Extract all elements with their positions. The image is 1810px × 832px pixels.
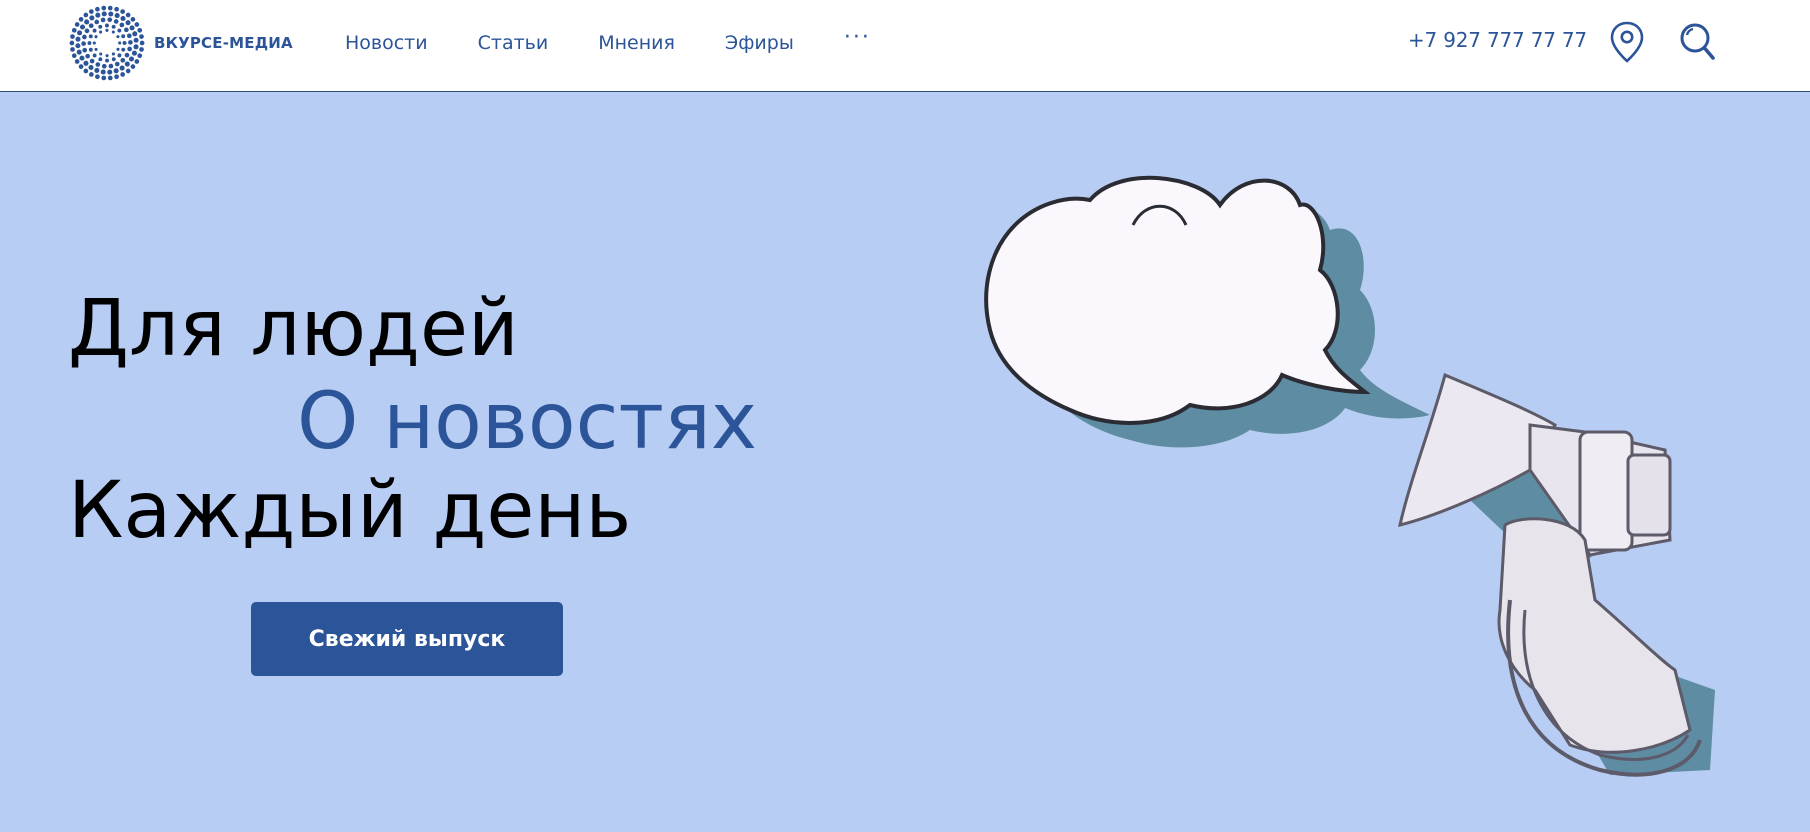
dotted-circle-logo-icon bbox=[69, 5, 145, 81]
hero-headline-line-1: Для людей bbox=[68, 284, 519, 374]
search-icon[interactable] bbox=[1678, 20, 1718, 62]
hero-headline-line-2: О новостях bbox=[297, 377, 758, 467]
nav-item-news[interactable]: Новости bbox=[345, 32, 428, 54]
map-pin-icon[interactable] bbox=[1608, 20, 1646, 64]
more-menu-button[interactable]: ··· bbox=[844, 25, 871, 50]
nav-item-articles[interactable]: Статьи bbox=[478, 32, 549, 54]
megaphone-speech-bubble-illustration bbox=[984, 175, 1715, 777]
logo-text: ВКУРСЕ-МЕДИА bbox=[154, 34, 293, 52]
latest-issue-button[interactable]: Свежий выпуск bbox=[251, 602, 563, 676]
logo-link[interactable]: ВКУРСЕ-МЕДИА bbox=[68, 3, 293, 83]
phone-link[interactable]: +7 927 777 77 77 bbox=[1408, 28, 1587, 52]
nav-item-opinions[interactable]: Мнения bbox=[598, 32, 675, 54]
main-nav: Новости Статьи Мнения Эфиры ··· bbox=[345, 25, 871, 58]
site-header: ВКУРСЕ-МЕДИА Новости Статьи Мнения Эфиры… bbox=[0, 0, 1810, 92]
nav-item-broadcasts[interactable]: Эфиры bbox=[725, 32, 794, 54]
hero-headline-line-3: Каждый день bbox=[68, 466, 632, 556]
